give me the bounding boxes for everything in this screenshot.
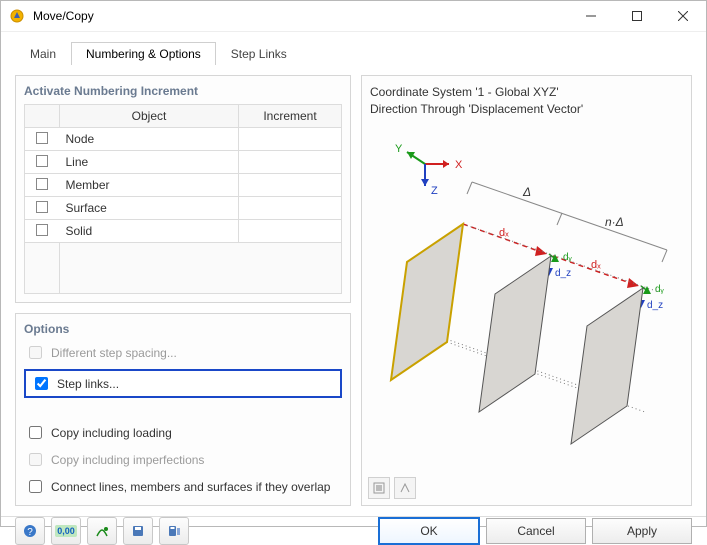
increment-line[interactable] bbox=[239, 151, 342, 174]
apply-button[interactable]: Apply bbox=[592, 518, 692, 544]
transform-button[interactable] bbox=[87, 517, 117, 545]
check-member[interactable] bbox=[36, 178, 48, 190]
svg-text:?: ? bbox=[27, 527, 33, 538]
table-row: Surface bbox=[25, 197, 342, 220]
label: Surface bbox=[60, 197, 239, 220]
svg-text:X: X bbox=[455, 159, 463, 171]
increment-solid[interactable] bbox=[239, 220, 342, 243]
label: Line bbox=[60, 151, 239, 174]
label: Member bbox=[60, 174, 239, 197]
tabstrip: Main Numbering & Options Step Links bbox=[1, 32, 706, 65]
titlebar: Move/Copy bbox=[1, 1, 706, 32]
settings-list-button[interactable] bbox=[159, 517, 189, 545]
opt-label: Connect lines, members and surfaces if t… bbox=[51, 480, 330, 494]
cancel-button[interactable]: Cancel bbox=[486, 518, 586, 544]
check-surface[interactable] bbox=[36, 201, 48, 213]
opt-label: Copy including loading bbox=[51, 426, 172, 440]
minimize-button[interactable] bbox=[568, 1, 614, 31]
bottombar: ? 0,00 OK Cancel Apply bbox=[1, 516, 706, 545]
close-button[interactable] bbox=[660, 1, 706, 31]
col-object: Object bbox=[60, 105, 239, 128]
check-connect-overlap[interactable] bbox=[29, 480, 42, 493]
increment-member[interactable] bbox=[239, 174, 342, 197]
svg-text:n·Δ: n·Δ bbox=[605, 215, 624, 229]
svg-text:d_z: d_z bbox=[647, 300, 663, 311]
coord-line2: Direction Through 'Displacement Vector' bbox=[370, 101, 683, 118]
preview-panel: Coordinate System '1 - Global XYZ' Direc… bbox=[361, 75, 692, 506]
tab-main[interactable]: Main bbox=[15, 42, 71, 65]
svg-text:dᵧ: dᵧ bbox=[563, 252, 573, 263]
options-panel-title: Options bbox=[24, 322, 342, 336]
opt-step-links[interactable]: Step links... bbox=[30, 373, 120, 394]
svg-text:Δ: Δ bbox=[522, 185, 531, 199]
numbering-panel-title: Activate Numbering Increment bbox=[24, 84, 342, 98]
app-icon bbox=[9, 8, 25, 24]
toggle-view-icon[interactable] bbox=[394, 477, 416, 499]
opt-copy-loading[interactable]: Copy including loading bbox=[24, 422, 342, 443]
check-copy-imperfections bbox=[29, 453, 42, 466]
opt-label: Copy including imperfections bbox=[51, 453, 204, 467]
check-step-links[interactable] bbox=[35, 377, 48, 390]
label: Solid bbox=[60, 220, 239, 243]
check-copy-loading[interactable] bbox=[29, 426, 42, 439]
ok-button[interactable]: OK bbox=[378, 517, 480, 545]
numbering-panel: Activate Numbering Increment Object Incr… bbox=[15, 75, 351, 303]
maximize-button[interactable] bbox=[614, 1, 660, 31]
tab-numbering-options[interactable]: Numbering & Options bbox=[71, 42, 216, 65]
opt-connect-overlap[interactable]: Connect lines, members and surfaces if t… bbox=[24, 476, 342, 497]
svg-text:dₓ: dₓ bbox=[591, 259, 601, 271]
check-line[interactable] bbox=[36, 155, 48, 167]
precision-button[interactable]: 0,00 bbox=[51, 517, 81, 545]
opt-different-step-spacing: Different step spacing... bbox=[24, 342, 342, 363]
check-node[interactable] bbox=[36, 132, 48, 144]
window-title: Move/Copy bbox=[33, 9, 94, 23]
svg-text:dᵧ: dᵧ bbox=[655, 284, 665, 295]
label: Node bbox=[60, 128, 239, 151]
table-row: Node bbox=[25, 128, 342, 151]
diagram-svg: X Y Z bbox=[377, 142, 677, 452]
view-options-icon[interactable] bbox=[368, 477, 390, 499]
table-row: Line bbox=[25, 151, 342, 174]
table-row: Solid bbox=[25, 220, 342, 243]
diagram: X Y Z bbox=[370, 122, 683, 497]
svg-text:d_z: d_z bbox=[555, 268, 571, 279]
opt-label: Step links... bbox=[57, 377, 119, 391]
coord-line1: Coordinate System '1 - Global XYZ' bbox=[370, 84, 683, 101]
help-button[interactable]: ? bbox=[15, 517, 45, 545]
tab-step-links[interactable]: Step Links bbox=[216, 42, 302, 65]
svg-text:Z: Z bbox=[431, 185, 438, 197]
check-different-step-spacing bbox=[29, 346, 42, 359]
check-solid[interactable] bbox=[36, 224, 48, 236]
svg-text:dₓ: dₓ bbox=[499, 227, 509, 239]
opt-step-links-highlight: Step links... bbox=[24, 369, 342, 398]
svg-text:Y: Y bbox=[395, 143, 403, 155]
increment-node[interactable] bbox=[239, 128, 342, 151]
save-settings-button[interactable] bbox=[123, 517, 153, 545]
numbering-table: Object Increment Node Line bbox=[24, 104, 342, 294]
opt-label: Different step spacing... bbox=[51, 346, 177, 360]
table-row: Member bbox=[25, 174, 342, 197]
col-increment: Increment bbox=[239, 105, 342, 128]
opt-copy-imperfections: Copy including imperfections bbox=[24, 449, 342, 470]
increment-surface[interactable] bbox=[239, 197, 342, 220]
options-panel: Options Different step spacing... Step l… bbox=[15, 313, 351, 506]
